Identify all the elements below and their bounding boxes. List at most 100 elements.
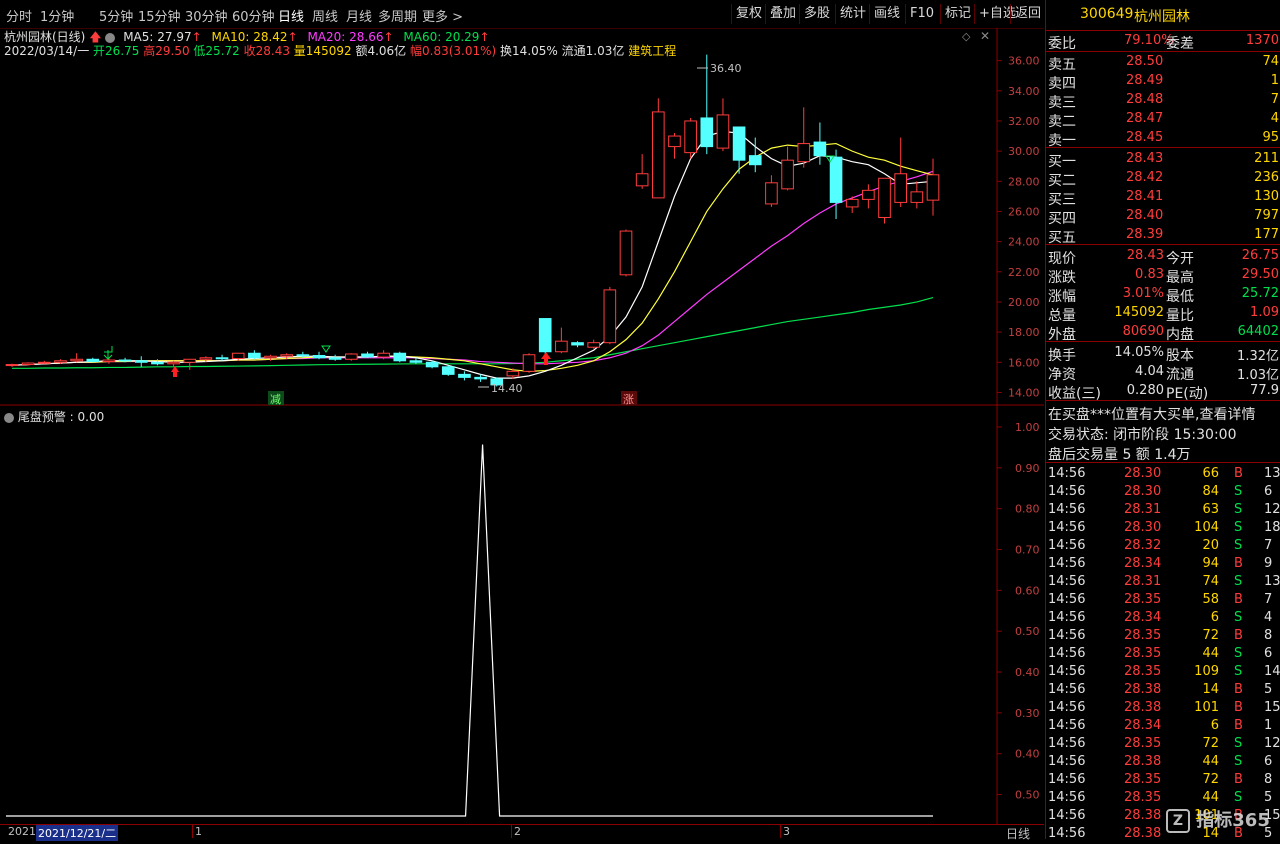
stat-value: 0.83 bbox=[1135, 267, 1164, 282]
osc-axis: 1.00 0.90 0.80 0.70 0.60 0.50 0.40 0.30 0.40 0.50 bbox=[997, 421, 1040, 802]
tick-volume: 66 bbox=[1202, 466, 1219, 481]
candles bbox=[5, 54, 940, 387]
candle-body bbox=[328, 357, 342, 360]
candle-body bbox=[118, 359, 132, 362]
candlestick-chart[interactable]: 36.00 34.00 32.00 30.00 28.00 26.00 24.00 22.00… bbox=[0, 28, 1044, 406]
tick-volume: 44 bbox=[1202, 790, 1219, 805]
tick-volume: 74 bbox=[1202, 574, 1219, 589]
buy-price: 28.41 bbox=[1126, 189, 1164, 204]
period-tab-daily[interactable]: 日线 bbox=[278, 6, 304, 25]
candle-body bbox=[377, 352, 390, 358]
period-tab-60min[interactable]: 60分钟 bbox=[232, 6, 275, 25]
big-order-notice[interactable]: 在买盘***位置有大买单,查看详情 bbox=[1046, 403, 1280, 423]
down-arrow-icon bbox=[103, 346, 113, 360]
restore-rights-button[interactable]: 复权 bbox=[731, 4, 766, 24]
tick-volume: 101 bbox=[1194, 700, 1219, 715]
stat-label: 换手 bbox=[1048, 348, 1076, 364]
stock-code: 300649 bbox=[1080, 6, 1134, 22]
buy-price: 28.40 bbox=[1126, 208, 1164, 223]
candle-body bbox=[54, 360, 67, 363]
tick-volume: 6 bbox=[1210, 610, 1219, 625]
overlay-button[interactable]: 叠加 bbox=[765, 4, 800, 24]
tick-row: 14:56 28.30 84 S 6 bbox=[1046, 483, 1280, 502]
month-mark-1: 1 bbox=[192, 825, 202, 838]
fundamental-row: 净资 4.04 流通 1.03亿 bbox=[1046, 363, 1280, 383]
tick-volume: 94 bbox=[1202, 556, 1219, 571]
tick-direction: S bbox=[1234, 610, 1243, 625]
stat-row: 总量 145092 量比 1.09 bbox=[1046, 304, 1280, 324]
tick-row: 14:56 28.31 74 S 13 bbox=[1046, 573, 1280, 592]
period-tab-30min[interactable]: 30分钟 bbox=[185, 6, 228, 25]
tick-price: 28.35 bbox=[1124, 592, 1162, 607]
tick-volume: 109 bbox=[1194, 664, 1219, 679]
tick-volume: 6 bbox=[1210, 718, 1219, 733]
sell-row: 卖四 28.49 1 bbox=[1046, 72, 1280, 92]
sell-level-label: 卖二 bbox=[1048, 114, 1076, 130]
tick-time: 14:56 bbox=[1048, 646, 1086, 661]
candle-body bbox=[151, 361, 164, 365]
tick-direction: B bbox=[1234, 682, 1243, 697]
price-tick-label: 32.00 bbox=[1008, 115, 1040, 128]
tail-alert-indicator[interactable]: 1.00 0.90 0.80 0.70 0.60 0.50 0.40 0.30 0.40 0.50 bbox=[0, 406, 1044, 824]
tick-row: 14:56 28.30 104 S 18 bbox=[1046, 519, 1280, 538]
candle-body bbox=[651, 111, 665, 199]
candle-body bbox=[684, 120, 697, 154]
period-tab-1min[interactable]: 1分钟 bbox=[40, 6, 74, 25]
tick-price: 28.35 bbox=[1124, 736, 1162, 751]
stat-value: 80690 bbox=[1122, 324, 1164, 339]
period-tab-more[interactable]: 更多 > bbox=[422, 6, 463, 25]
buy-level-label: 买四 bbox=[1048, 211, 1076, 227]
divider bbox=[1046, 51, 1280, 52]
period-tab-multi[interactable]: 多周期 bbox=[378, 6, 417, 25]
tick-volume: 63 bbox=[1202, 502, 1219, 517]
period-label[interactable]: 日线 bbox=[1006, 825, 1030, 842]
draw-line-button[interactable]: 画线 bbox=[869, 4, 904, 24]
tick-count: 8 bbox=[1264, 628, 1273, 643]
stat-label: 现价 bbox=[1048, 251, 1076, 267]
chart-toolbar: 分时 1分钟 5分钟 15分钟 30分钟 60分钟 日线 周线 月线 多周期 更… bbox=[0, 0, 1044, 29]
decrease-sign: 减 bbox=[270, 393, 281, 406]
statistics-button[interactable]: 统计 bbox=[835, 4, 870, 24]
month-mark-2: 2 bbox=[511, 825, 521, 838]
tick-count: 1 bbox=[1264, 718, 1273, 733]
period-tab-fenshi[interactable]: 分时 bbox=[6, 6, 32, 25]
weicha-value: 1370 bbox=[1245, 33, 1279, 48]
tick-direction: B bbox=[1234, 772, 1243, 787]
candle-body bbox=[5, 364, 19, 367]
tick-direction: S bbox=[1234, 538, 1243, 553]
back-button[interactable]: 返回 bbox=[1010, 4, 1045, 24]
period-tab-15min[interactable]: 15分钟 bbox=[138, 6, 181, 25]
candle-body bbox=[571, 342, 584, 346]
increase-sign: 涨 bbox=[623, 393, 634, 406]
buy-row: 买一 28.43 211 bbox=[1046, 150, 1280, 170]
tick-count: 6 bbox=[1264, 646, 1273, 661]
tick-count: 18 bbox=[1264, 520, 1280, 535]
tick-row: 14:56 28.35 58 B 7 bbox=[1046, 591, 1280, 610]
mark-button[interactable]: 标记 bbox=[940, 4, 975, 24]
tick-count: 6 bbox=[1264, 754, 1273, 769]
period-tab-5min[interactable]: 5分钟 bbox=[99, 6, 133, 25]
tick-price: 28.35 bbox=[1124, 628, 1162, 643]
tick-row: 14:56 28.34 6 S 4 bbox=[1046, 609, 1280, 628]
tick-time: 14:56 bbox=[1048, 790, 1086, 805]
low-label: 14.40 bbox=[491, 382, 523, 395]
candle-body bbox=[894, 173, 908, 203]
tick-time: 14:56 bbox=[1048, 772, 1086, 787]
sell-level-label: 卖五 bbox=[1048, 57, 1076, 73]
period-tab-monthly[interactable]: 月线 bbox=[346, 6, 372, 25]
period-tab-weekly[interactable]: 周线 bbox=[312, 6, 338, 25]
tick-direction: S bbox=[1234, 790, 1243, 805]
buy-price: 28.43 bbox=[1126, 151, 1164, 166]
stat-value: 14.05% bbox=[1114, 345, 1164, 360]
tick-count: 8 bbox=[1264, 772, 1273, 787]
tick-direction: S bbox=[1234, 574, 1243, 589]
tick-volume: 84 bbox=[1202, 484, 1219, 499]
candle-body bbox=[716, 114, 730, 149]
tick-count: 7 bbox=[1264, 592, 1273, 607]
watermark-logo: Z 指标365 bbox=[1166, 806, 1280, 836]
f10-button[interactable]: F10 bbox=[905, 4, 938, 24]
candle-body bbox=[538, 318, 552, 353]
multi-stock-button[interactable]: 多股 bbox=[799, 4, 834, 24]
divider bbox=[1046, 400, 1280, 401]
tick-volume: 44 bbox=[1202, 754, 1219, 769]
